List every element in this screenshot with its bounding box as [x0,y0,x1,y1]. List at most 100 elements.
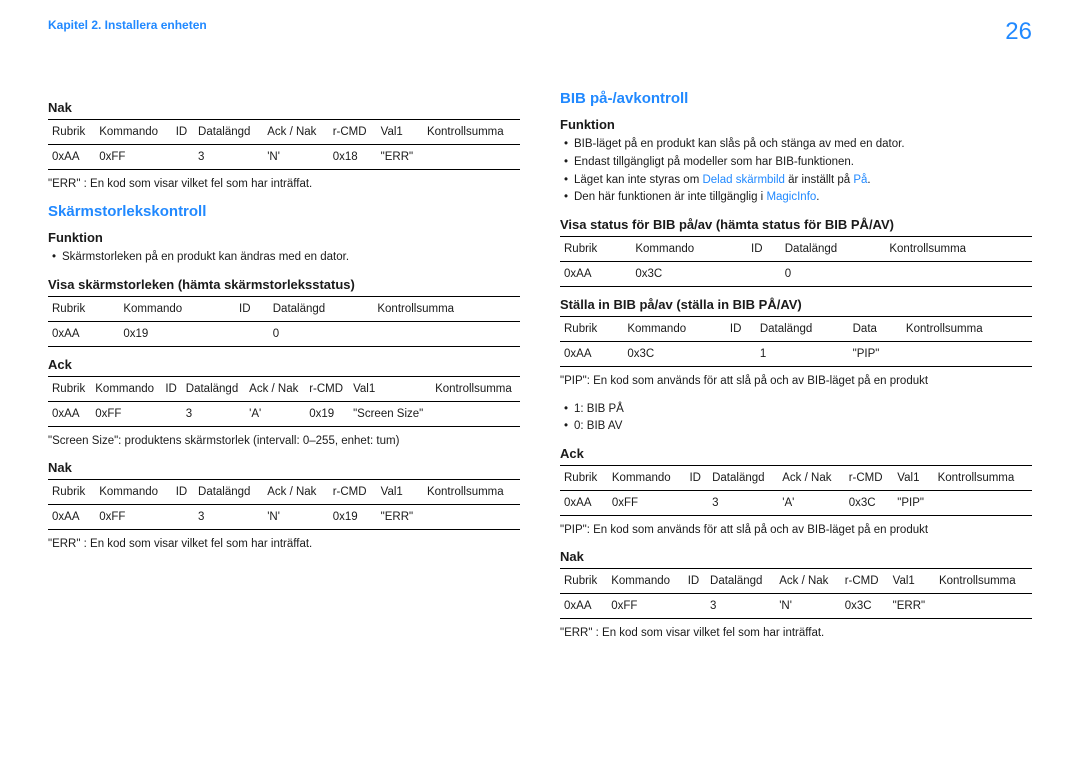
list-item: Skärmstorleken på en produkt kan ändras … [52,249,520,267]
table-cell: 'N' [775,594,841,619]
table-cell: Rubrik [560,237,631,262]
table-cell [902,342,1032,367]
table-cell: ID [685,466,708,491]
bullet: Läget kan inte styras om Delad skärmbild… [564,172,1032,190]
table-cell: Kommando [623,317,726,342]
right-ack-note: "PIP": En kod som används för att slå på… [560,522,1032,539]
table-cell: Data [849,317,902,342]
table-cell [935,594,1032,619]
right-nak-title: Nak [560,549,1032,564]
table-cell [726,342,756,367]
table-cell: Kommando [631,237,747,262]
breadcrumb: Kapitel 2. Installera enheten [48,18,207,32]
link-pa[interactable]: På [853,174,867,186]
table-cell: Val1 [377,120,423,145]
table-cell: r-CMD [305,377,349,402]
table-cell: Rubrik [48,297,119,322]
table-cell: r-CMD [329,120,377,145]
table-cell: Kontrollsumma [885,237,1032,262]
right-funktion-bullets: BIB-läget på en produkt kan slås på och … [560,136,1032,207]
table-cell: 0x3C [623,342,726,367]
left-nak1-title: Nak [48,100,520,115]
table-cell: 0x3C [631,262,747,287]
list-item: 0: BIB AV [564,418,1032,436]
table-cell: Rubrik [560,317,623,342]
right-column: BIB på-/avkontroll Funktion BIB-läget på… [560,90,1032,653]
table-cell: 3 [194,505,263,530]
table-cell: "Screen Size" [349,402,431,427]
table-cell: Kontrollsumma [934,466,1032,491]
table-cell: Val1 [889,569,935,594]
table-cell [423,505,520,530]
left-nak1-table: RubrikKommandoIDDatalängdAck / Nakr-CMDV… [48,119,520,170]
table-cell: Datalängd [182,377,245,402]
right-section-title: BIB på-/avkontroll [560,90,1032,107]
table-cell: Kommando [95,120,172,145]
table-cell: Val1 [893,466,933,491]
link-magicinfo[interactable]: MagicInfo [766,191,816,203]
left-nak2-title: Nak [48,460,520,475]
table-cell: Kontrollsumma [935,569,1032,594]
right-ack-title: Ack [560,446,1032,461]
table-cell: "PIP" [893,491,933,516]
bullet: Den här funktionen är inte tillgänglig i… [564,189,1032,207]
table-cell: Kontrollsumma [423,480,520,505]
link-delad[interactable]: Delad skärmbild [702,174,784,186]
left-nak2-note: "ERR" : En kod som visar vilket fel som … [48,536,520,553]
table-cell: ID [235,297,269,322]
table-cell: Kontrollsumma [431,377,520,402]
table-cell: 3 [182,402,245,427]
table-cell: 0xAA [48,145,95,170]
table-cell: Datalängd [194,480,263,505]
table-cell: Ack / Nak [245,377,305,402]
table-cell: Ack / Nak [263,480,329,505]
table-cell: "ERR" [377,505,423,530]
table-cell: Kontrollsumma [902,317,1032,342]
table-cell: 0 [781,262,886,287]
table-cell: Datalängd [756,317,849,342]
table-cell: Ack / Nak [263,120,329,145]
table-cell: 0x3C [845,491,894,516]
right-stalla-title: Ställa in BIB på/av (ställa in BIB PÅ/AV… [560,297,1032,312]
table-cell: 0x3C [841,594,889,619]
table-cell: 0xAA [560,342,623,367]
table-cell [373,322,520,347]
right-stalla-table: RubrikKommandoIDDatalängdDataKontrollsum… [560,316,1032,367]
table-cell: Kontrollsumma [373,297,520,322]
table-cell [885,262,1032,287]
table-cell: 'N' [263,505,329,530]
table-cell: r-CMD [841,569,889,594]
table-cell: Datalängd [781,237,886,262]
table-cell [934,491,1032,516]
table-cell: "PIP" [849,342,902,367]
table-cell: 0xAA [560,262,631,287]
table-cell: r-CMD [845,466,894,491]
left-nak2-table: RubrikKommandoIDDatalängdAck / Nakr-CMDV… [48,479,520,530]
left-ack-title: Ack [48,357,520,372]
table-cell: 3 [194,145,263,170]
page-number: 26 [1005,18,1032,46]
left-column: Nak RubrikKommandoIDDatalängdAck / Nakr-… [48,90,520,653]
table-cell: Rubrik [48,377,91,402]
table-cell: Val1 [349,377,431,402]
left-ack-note: "Screen Size": produktens skärmstorlek (… [48,433,520,450]
table-cell: Datalängd [269,297,374,322]
table-cell: Kommando [607,569,684,594]
table-cell: Kommando [608,466,686,491]
table-cell [685,491,708,516]
table-cell [161,402,181,427]
table-cell: 3 [708,491,778,516]
table-cell: ID [161,377,181,402]
table-cell: 0xFF [95,505,172,530]
right-visa-title: Visa status för BIB på/av (hämta status … [560,217,1032,232]
table-cell: 'A' [245,402,305,427]
table-cell [684,594,706,619]
left-funktion-title: Funktion [48,230,520,245]
right-funktion-title: Funktion [560,117,1032,132]
left-visa-title: Visa skärmstorleken (hämta skärmstorleks… [48,277,520,292]
table-cell [235,322,269,347]
table-cell: 'A' [778,491,844,516]
table-cell: r-CMD [329,480,377,505]
table-cell: Kommando [91,377,161,402]
table-cell: Val1 [377,480,423,505]
